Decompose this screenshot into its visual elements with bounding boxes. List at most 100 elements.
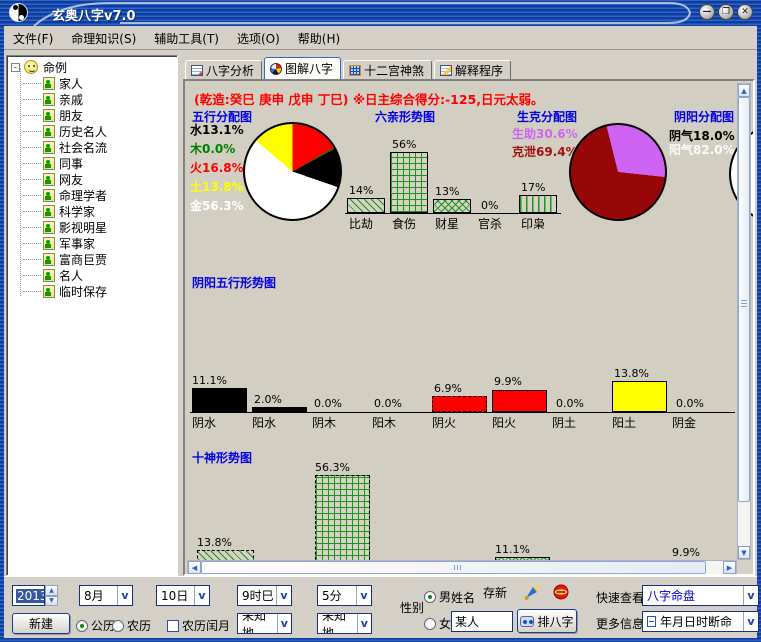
lunar-calendar-radio[interactable]: 农历 xyxy=(112,617,151,634)
hour-select[interactable]: 9时巳v xyxy=(237,585,292,606)
chevron-down-icon[interactable]: v xyxy=(357,614,371,633)
name-input[interactable]: 某人 xyxy=(451,611,513,632)
male-radio[interactable]: 男 xyxy=(424,588,451,605)
leap-month-checkbox[interactable]: 农历闰月 xyxy=(167,617,230,634)
wuxing-wood-label: 木0.0% xyxy=(190,140,235,157)
tree-item-tycoons[interactable]: 富商巨贾 xyxy=(9,251,177,267)
chevron-down-icon[interactable]: v xyxy=(276,586,291,605)
year-spin-up-button[interactable]: ▲ xyxy=(45,585,58,596)
minute-select[interactable]: 5分v xyxy=(317,585,372,606)
shengke-chart-title: 生克分配图 xyxy=(517,108,577,125)
solar-calendar-radio[interactable]: 公历 xyxy=(76,617,115,634)
case-tree-panel: - 命例 家人 亲戚 朋友 历史名人 社会名流 同事 网友 命理学者 科学家 影… xyxy=(6,55,178,576)
tree-item-scholars[interactable]: 命理学者 xyxy=(9,187,177,203)
tree-item-colleagues[interactable]: 同事 xyxy=(9,155,177,171)
ywx-cat: 阴木 xyxy=(312,414,336,431)
month-select[interactable]: 8月v xyxy=(79,585,133,606)
scrollbar-corner xyxy=(737,560,753,576)
tree-item-netfriends[interactable]: 网友 xyxy=(9,171,177,187)
more-info-select[interactable]: 年月日时断命v xyxy=(642,611,759,632)
liuqin-cat: 印枭 xyxy=(521,215,545,232)
arrange-bazi-button[interactable]: 排八字 xyxy=(517,609,577,633)
tab-twelve-palaces[interactable]: 十二宫神煞 xyxy=(343,60,432,80)
tree-item-historic[interactable]: 历史名人 xyxy=(9,123,177,139)
menu-item-file[interactable]: 文件(F) xyxy=(4,28,62,49)
tab-interpretation[interactable]: 解释程序 xyxy=(434,60,511,80)
window-title: 玄奥八字v7.0 xyxy=(52,5,136,24)
close-button[interactable]: ✕ xyxy=(737,4,753,20)
tree-item-relatives[interactable]: 亲戚 xyxy=(9,91,177,107)
tree-root[interactable]: - 命例 xyxy=(9,59,67,75)
tree-item-military[interactable]: 军事家 xyxy=(9,235,177,251)
vertical-scroll-thumb[interactable] xyxy=(738,97,750,502)
radio-off-icon[interactable] xyxy=(112,620,124,632)
chevron-down-icon[interactable]: v xyxy=(117,586,132,605)
tree-item-friends[interactable]: 朋友 xyxy=(9,107,177,123)
scroll-right-button[interactable]: ▶ xyxy=(723,561,736,574)
liuqin-bar-yinxiao xyxy=(519,195,557,213)
wuxing-fire-label: 火16.8% xyxy=(190,159,244,176)
horizontal-scrollbar[interactable]: ◀ ▶ xyxy=(187,560,737,575)
shishen-value: 11.1% xyxy=(495,543,530,556)
menu-item-help[interactable]: 帮助(H) xyxy=(289,28,349,49)
maximize-button[interactable]: ❐ xyxy=(718,4,734,20)
shishen-value: 56.3% xyxy=(315,461,350,474)
female-radio[interactable]: 女 xyxy=(424,615,451,632)
yinyang-yang-label: 阳气82.0% xyxy=(669,141,735,158)
year-field[interactable]: 2013 xyxy=(12,585,45,606)
liuqin-axis xyxy=(345,213,561,214)
vertical-scrollbar[interactable]: ▲ ▼ xyxy=(737,83,751,560)
gender-label: 性别 xyxy=(400,599,424,616)
liuqin-bar-shishang xyxy=(390,152,428,213)
radio-off-icon[interactable] xyxy=(424,618,436,630)
birthplace-select-1[interactable]: 未知地v xyxy=(237,613,292,634)
tree-item-famous[interactable]: 名人 xyxy=(9,267,177,283)
brush-icon[interactable] xyxy=(523,583,541,601)
year-spin-down-button[interactable]: ▼ xyxy=(45,596,58,607)
ywx-cat: 阴金 xyxy=(672,414,696,431)
birthplace-select-2[interactable]: 未知地v xyxy=(317,613,372,634)
new-button[interactable]: 新建 xyxy=(12,613,70,634)
tree-collapse-icon[interactable]: - xyxy=(11,63,20,72)
radio-on-icon[interactable] xyxy=(424,591,436,603)
chevron-down-icon[interactable]: v xyxy=(194,586,209,605)
menu-item-knowledge[interactable]: 命理知识(S) xyxy=(62,28,145,49)
calendar-icon xyxy=(647,616,656,627)
radio-on-icon[interactable] xyxy=(76,620,88,632)
chevron-down-icon[interactable]: v xyxy=(356,586,371,605)
shishen-value: 9.9% xyxy=(672,546,700,559)
day-select[interactable]: 10日v xyxy=(156,585,210,606)
ywx-value: 11.1% xyxy=(192,374,227,387)
shengke-pie-chart xyxy=(569,123,667,221)
pie-chart-icon xyxy=(270,63,282,75)
scroll-left-button[interactable]: ◀ xyxy=(188,561,201,574)
tree-item-celebs[interactable]: 社会名流 xyxy=(9,139,177,155)
ywx-chart-title: 阴阳五行形势图 xyxy=(192,274,276,291)
liuqin-cat: 财星 xyxy=(435,215,459,232)
horizontal-scroll-thumb[interactable] xyxy=(201,561,706,574)
yinyang-logo-icon xyxy=(9,3,28,22)
menu-item-tools[interactable]: 辅助工具(T) xyxy=(145,28,228,49)
checkbox-icon[interactable] xyxy=(167,620,179,632)
quick-view-select[interactable]: 八字命盘v xyxy=(642,585,759,606)
minimize-button[interactable]: — xyxy=(699,4,715,20)
chevron-down-icon[interactable]: v xyxy=(743,586,758,605)
tree-item-scientists[interactable]: 科学家 xyxy=(9,203,177,219)
chevron-down-icon[interactable]: v xyxy=(743,612,758,631)
tree-item-tempsave[interactable]: 临时保存 xyxy=(9,283,177,299)
liuqin-value: 14% xyxy=(349,184,373,197)
case-folder-icon xyxy=(43,205,55,218)
case-folder-icon xyxy=(43,221,55,234)
shengke-shengzhu-label: 生助30.6% xyxy=(512,125,578,142)
scroll-down-button[interactable]: ▼ xyxy=(738,546,750,559)
tree-item-stars[interactable]: 影视明星 xyxy=(9,219,177,235)
tab-chart-bazi[interactable]: 图解八字 xyxy=(264,57,341,80)
menu-item-options[interactable]: 选项(O) xyxy=(228,28,289,49)
chevron-down-icon[interactable]: v xyxy=(277,614,291,633)
wuxing-pie-chart xyxy=(243,122,342,221)
tree-item-family[interactable]: 家人 xyxy=(9,75,177,91)
tab-bazi-analysis[interactable]: 八字分析 xyxy=(185,60,262,80)
stop-badge-icon[interactable] xyxy=(553,584,569,600)
case-folder-icon xyxy=(43,285,55,298)
scroll-up-button[interactable]: ▲ xyxy=(738,84,750,97)
